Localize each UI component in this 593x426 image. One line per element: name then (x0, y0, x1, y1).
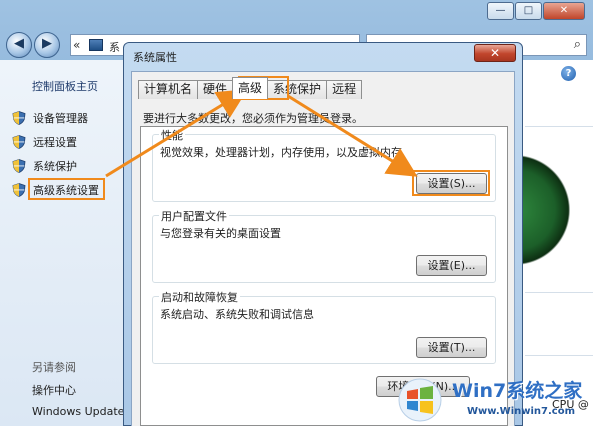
divider (525, 355, 593, 356)
divider (525, 126, 593, 127)
tab-hardware[interactable]: 硬件 (197, 80, 234, 99)
startup-recovery-group-desc: 系统启动、系统失败和调试信息 (160, 308, 314, 321)
shield-icon (12, 183, 26, 197)
tab-computer-name[interactable]: 计算机名 (138, 80, 199, 99)
startup-recovery-group-title: 启动和故障恢复 (159, 289, 240, 305)
see-also-heading: 另请参阅 (32, 361, 76, 374)
sidebar-item-system-protection[interactable]: 系统保护 (12, 157, 77, 175)
control-panel-home-link[interactable]: 控制面板主页 (32, 78, 98, 94)
watermark-brand: Win7系统之家 (452, 380, 583, 402)
shield-icon (12, 159, 26, 173)
action-center-link[interactable]: 操作中心 (32, 382, 76, 398)
maximize-button[interactable]: □ (515, 2, 542, 20)
address-overflow-icon: « (73, 38, 81, 52)
tab-remote[interactable]: 远程 (326, 80, 363, 99)
shield-icon (12, 135, 26, 149)
admin-note: 要进行大多数更改，您必须作为管理员登录。 (143, 112, 363, 125)
startup-recovery-settings-button[interactable]: 设置(T)... (416, 337, 487, 358)
sidebar-item-label: 远程设置 (33, 136, 77, 149)
user-profiles-group-desc: 与您登录有关的桌面设置 (160, 227, 281, 240)
shield-icon (12, 111, 26, 125)
dialog-close-button[interactable]: ✕ (474, 44, 516, 62)
back-button[interactable]: ◀ (6, 32, 32, 58)
advanced-settings-highlight-box (28, 178, 105, 200)
performance-settings-highlight-box (412, 170, 490, 196)
performance-group-desc: 视觉效果，处理器计划，内存使用，以及虚拟内存 (160, 146, 402, 159)
user-profiles-group-title: 用户配置文件 (159, 208, 229, 224)
minimize-button[interactable]: — (487, 2, 514, 20)
windows-update-link[interactable]: Windows Update (32, 405, 124, 418)
help-icon[interactable]: ? (561, 66, 576, 81)
windows-logo-graphic (515, 155, 585, 265)
divider (525, 292, 593, 293)
tab-advanced[interactable]: 高级 (232, 77, 269, 99)
forward-button[interactable]: ▶ (34, 32, 60, 58)
computer-icon (89, 39, 103, 51)
sidebar-item-label: 设备管理器 (33, 112, 88, 125)
dialog-tabs: 计算机名 硬件 高级 系统保护 远程 (138, 77, 363, 99)
window-caption-buttons: — □ ✕ (486, 2, 585, 20)
sidebar-item-remote-settings[interactable]: 远程设置 (12, 133, 77, 151)
sidebar-item-device-manager[interactable]: 设备管理器 (12, 109, 88, 127)
watermark-url: Www.Winwin7.com (467, 406, 576, 417)
window-close-button[interactable]: ✕ (543, 2, 585, 20)
user-profiles-settings-button[interactable]: 设置(E)... (416, 255, 487, 276)
search-icon: ⌕ (573, 37, 581, 52)
performance-group-title: 性能 (159, 127, 185, 143)
address-text: 系 (109, 41, 120, 54)
dialog-title: 系统属性 (133, 51, 177, 64)
sidebar-item-label: 系统保护 (33, 160, 77, 173)
